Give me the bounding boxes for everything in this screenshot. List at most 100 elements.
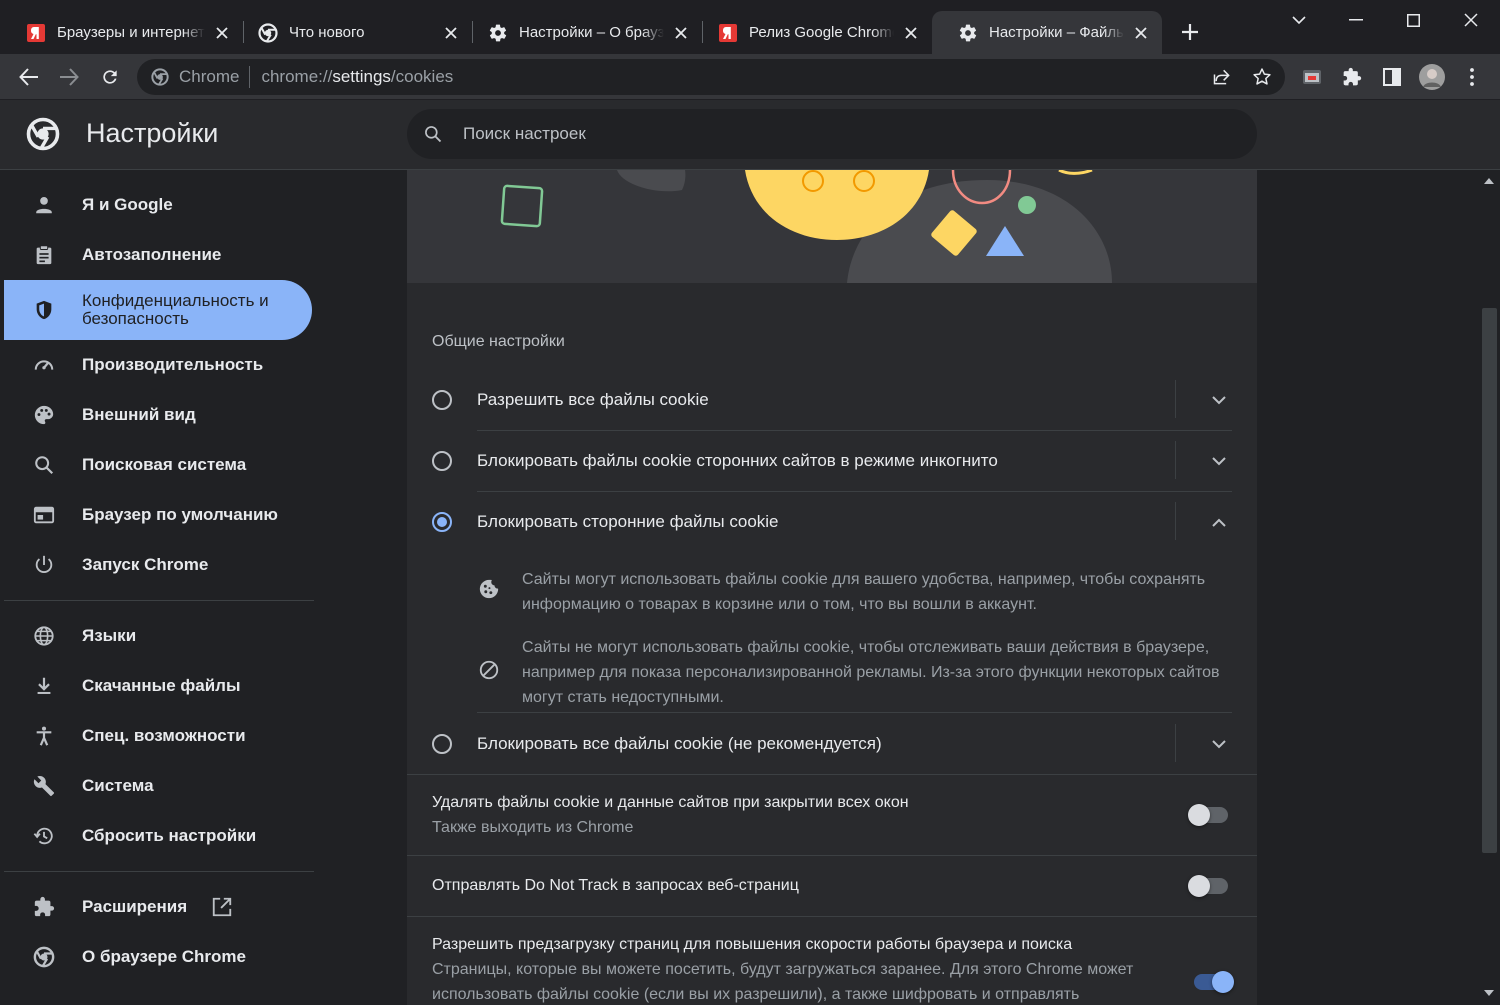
tab-3[interactable]: Релиз Google Chrome <box>692 11 932 54</box>
sidebar-item-search-engine[interactable]: Поисковая система <box>4 440 312 490</box>
browser-menu-button[interactable] <box>1456 61 1488 93</box>
sidebar-item-privacy-security[interactable]: Конфиденциальность и безопасность <box>4 280 312 340</box>
section-title-general: Общие настройки <box>432 333 565 350</box>
cookies-settings-page: Общие настройки Разрешить все файлы cook… <box>407 170 1257 1005</box>
star-icon <box>1253 68 1271 85</box>
chevron-down-icon <box>1212 456 1226 465</box>
url-scheme: chrome:// <box>261 67 333 86</box>
sidebar-item-about-chrome[interactable]: О браузере Chrome <box>4 932 312 982</box>
arrow-right-icon <box>60 68 79 86</box>
bookmark-button[interactable] <box>1246 61 1278 93</box>
palette-icon <box>32 403 56 427</box>
yandex-favicon-icon <box>26 23 46 43</box>
tab-search-button[interactable] <box>1284 6 1314 34</box>
block-icon <box>477 658 501 682</box>
extension-button[interactable] <box>1296 61 1328 93</box>
minimize-icon <box>1349 19 1363 21</box>
globe-icon <box>32 624 56 648</box>
cookie-option-block-incognito[interactable]: Блокировать файлы cookie сторонних сайто… <box>432 430 1232 491</box>
chrome-logo-icon <box>32 945 56 969</box>
setting-clear-on-exit[interactable]: Удалять файлы cookie и данные сайтов при… <box>432 790 1232 840</box>
do-not-track-toggle[interactable] <box>1188 875 1228 897</box>
chrome-logo-icon <box>151 68 169 86</box>
download-icon <box>32 674 56 698</box>
new-tab-button[interactable] <box>1176 18 1204 46</box>
tab-close-icon[interactable] <box>902 24 920 42</box>
tab-1[interactable]: Что нового <box>232 11 472 54</box>
sidebar-item-performance[interactable]: Производительность <box>4 340 312 390</box>
share-button[interactable] <box>1206 61 1238 93</box>
sidebar-item-system[interactable]: Система <box>4 761 312 811</box>
detail-allowed: Сайты могут использовать файлы cookie дл… <box>477 567 1232 617</box>
site-info-chip[interactable]: Chrome <box>151 66 251 88</box>
cookies-illustration <box>407 170 1257 283</box>
tab-close-icon[interactable] <box>213 24 231 42</box>
clear-on-exit-toggle[interactable] <box>1188 804 1228 826</box>
cookie-option-allow-all[interactable]: Разрешить все файлы cookie <box>432 369 1232 430</box>
url-path: /cookies <box>390 67 454 86</box>
tab-close-icon[interactable] <box>442 24 460 42</box>
share-icon <box>1213 69 1230 85</box>
tab-title: Настройки – О браузере <box>519 24 664 41</box>
extension-app-icon <box>1303 70 1321 84</box>
reload-button[interactable] <box>94 61 126 93</box>
sidebar-item-languages[interactable]: Языки <box>4 611 312 661</box>
scroll-thumb[interactable] <box>1482 308 1497 853</box>
side-panel-button[interactable] <box>1376 61 1408 93</box>
expand-button[interactable] <box>1207 388 1231 412</box>
tab-0[interactable]: Браузеры и интернет <box>0 11 243 54</box>
speedometer-icon <box>32 353 56 377</box>
setting-preload-pages[interactable]: Разрешить предзагрузку страниц для повыш… <box>432 932 1162 1005</box>
radio-button[interactable] <box>432 733 452 754</box>
tab-close-icon[interactable] <box>1132 24 1150 42</box>
tab-close-icon[interactable] <box>672 24 690 42</box>
settings-header: Настройки <box>0 100 1500 170</box>
page-scrollbar[interactable] <box>1479 170 1500 1005</box>
back-button[interactable] <box>13 61 45 93</box>
detail-blocked: Сайты не могут использовать файлы cookie… <box>477 635 1232 710</box>
chevron-down-icon <box>1292 15 1306 24</box>
chevron-down-icon <box>1212 739 1226 748</box>
scroll-down-icon[interactable] <box>1484 990 1494 996</box>
sidebar-item-extensions[interactable]: Расширения <box>4 882 312 932</box>
chevron-up-icon <box>1212 518 1226 527</box>
gear-icon <box>488 23 508 43</box>
radio-button[interactable] <box>432 450 452 471</box>
cookie-option-block-all[interactable]: Блокировать все файлы cookie (не рекомен… <box>432 713 1232 774</box>
chrome-logo-icon <box>26 117 60 151</box>
sidebar-item-reset[interactable]: Сбросить настройки <box>4 811 312 861</box>
power-icon <box>32 553 56 577</box>
sidebar-item-appearance[interactable]: Внешний вид <box>4 390 312 440</box>
profile-avatar[interactable] <box>1416 61 1448 93</box>
wrench-icon <box>32 774 56 798</box>
expand-button[interactable] <box>1207 732 1231 756</box>
close-window-button[interactable] <box>1456 6 1486 34</box>
extensions-menu-button[interactable] <box>1336 61 1368 93</box>
tab-4-active[interactable]: Настройки – Файлы cookie <box>932 11 1162 54</box>
sidebar-item-default-browser[interactable]: Браузер по умолчанию <box>4 490 312 540</box>
maximize-button[interactable] <box>1398 6 1428 34</box>
tab-2[interactable]: Настройки – О браузере <box>462 11 702 54</box>
forward-button[interactable] <box>53 61 85 93</box>
radio-button[interactable] <box>432 389 452 410</box>
address-bar[interactable]: Chrome chrome://settings/cookies <box>137 59 1285 95</box>
sidebar-item-autofill[interactable]: Автозаполнение <box>4 230 312 280</box>
search-input[interactable] <box>463 124 1163 144</box>
minimize-button[interactable] <box>1341 6 1371 34</box>
radio-button-checked[interactable] <box>432 511 452 532</box>
scroll-up-icon[interactable] <box>1484 178 1494 184</box>
sidebar-item-on-startup[interactable]: Запуск Chrome <box>4 540 312 590</box>
settings-search[interactable] <box>407 109 1257 159</box>
preload-pages-toggle[interactable] <box>1194 971 1234 993</box>
cookie-option-block-third-party[interactable]: Блокировать сторонние файлы cookie <box>432 491 1232 552</box>
sidebar-item-downloads[interactable]: Скачанные файлы <box>4 661 312 711</box>
page-title: Настройки <box>86 118 219 148</box>
plus-icon <box>1182 24 1198 40</box>
sidebar-item-accessibility[interactable]: Спец. возможности <box>4 711 312 761</box>
expand-button[interactable] <box>1207 449 1231 473</box>
avatar-icon <box>1419 64 1445 90</box>
collapse-button[interactable] <box>1207 510 1231 534</box>
setting-do-not-track[interactable]: Отправлять Do Not Track в запросах веб-с… <box>432 873 1232 898</box>
sidebar-item-you-and-google[interactable]: Я и Google <box>4 180 312 230</box>
restore-icon <box>32 824 56 848</box>
